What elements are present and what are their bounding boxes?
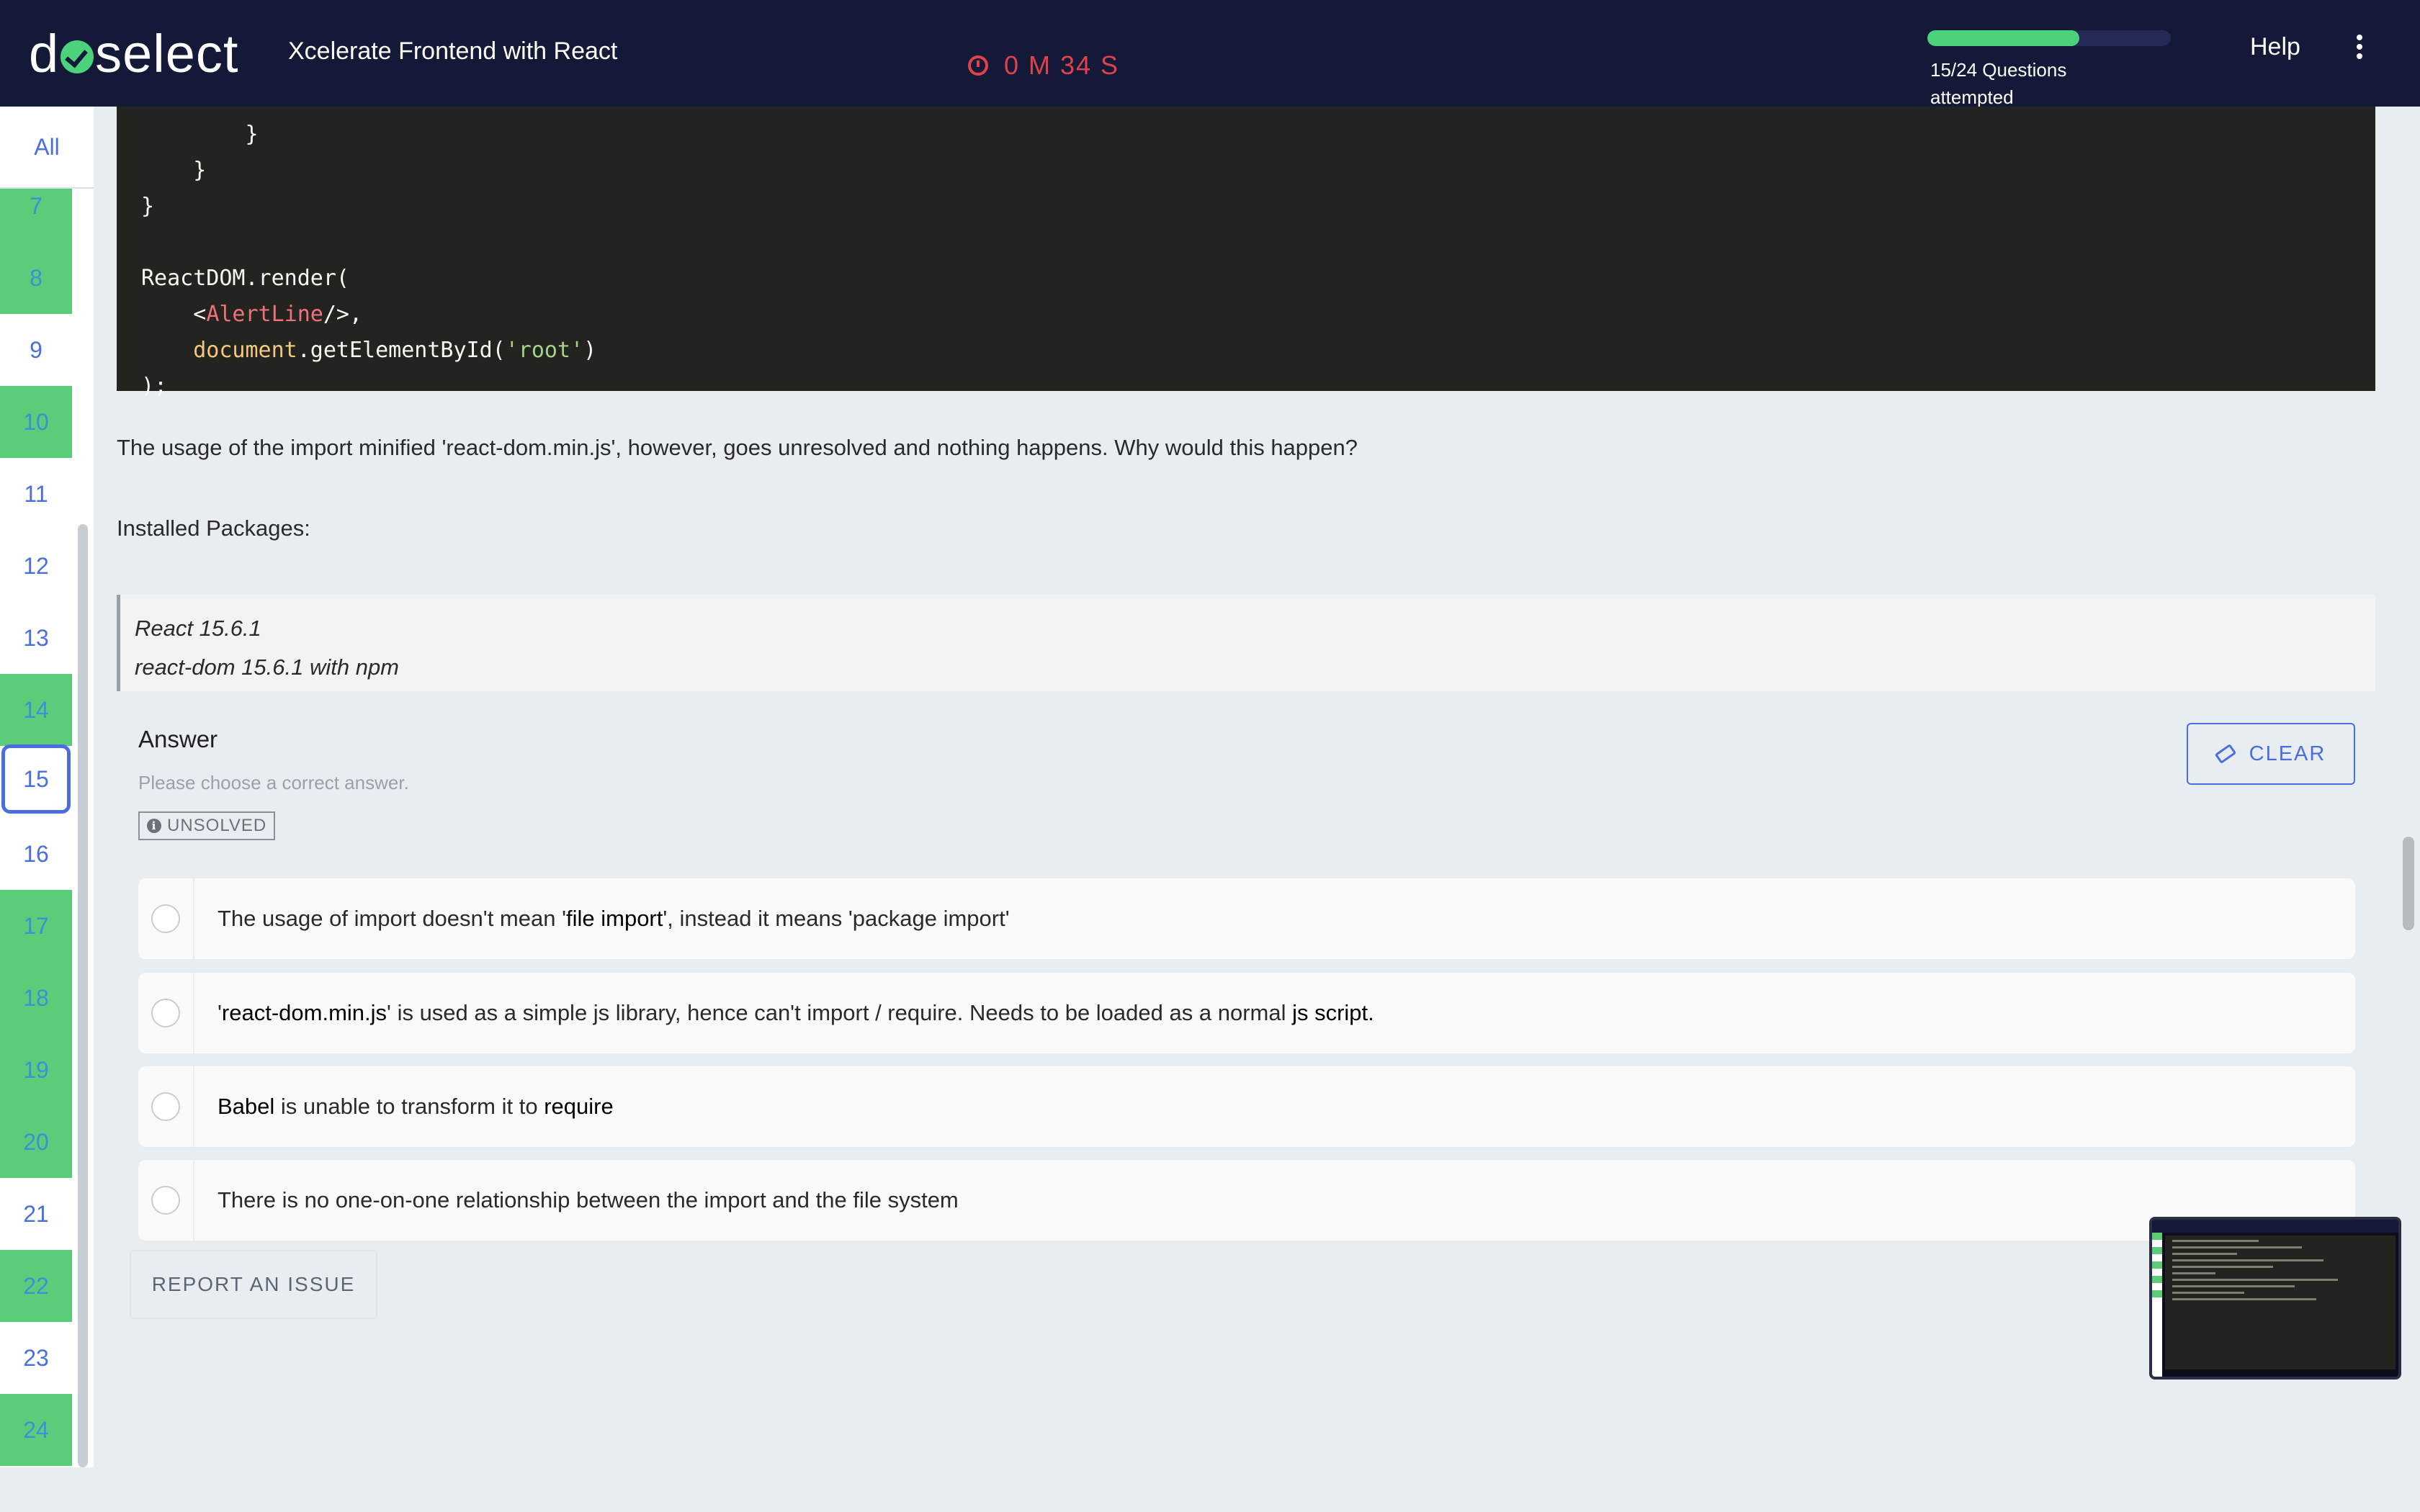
radio-button[interactable] — [151, 1186, 180, 1215]
question-nav-item-23[interactable]: 23 — [0, 1322, 72, 1394]
clear-button[interactable]: CLEAR — [2187, 723, 2355, 785]
installed-packages-label: Installed Packages: — [117, 516, 310, 541]
page-scrollbar[interactable] — [2403, 837, 2414, 930]
question-nav-item-8[interactable]: 8 — [0, 242, 72, 314]
package-item: react-dom 15.6.1 with npm — [135, 654, 400, 680]
question-nav-item-7[interactable]: 7 — [0, 189, 72, 242]
question-nav-item-13[interactable]: 13 — [0, 602, 72, 674]
clock-icon — [968, 55, 988, 76]
timer-text: 0 M 34 S — [1004, 50, 1120, 80]
option-radio-cell[interactable] — [138, 1066, 194, 1147]
radio-button[interactable] — [151, 999, 180, 1027]
radio-button[interactable] — [151, 1092, 180, 1121]
answer-option-2[interactable]: 'react-dom.min.js' is used as a simple j… — [138, 973, 2355, 1053]
question-nav-item-22[interactable]: 22 — [0, 1250, 72, 1322]
question-nav-item-14[interactable]: 14 — [0, 674, 72, 746]
timer: 0 M 34 S — [968, 50, 1119, 81]
question-nav-item-11[interactable]: 11 — [0, 458, 72, 530]
top-bar: d select Xcelerate Frontend with React 0 … — [0, 0, 2420, 108]
code-line: } — [141, 122, 259, 147]
question-nav-item-16[interactable]: 16 — [0, 818, 72, 890]
question-nav-item-12[interactable]: 12 — [0, 530, 72, 602]
progress-bar-fill — [1927, 30, 2080, 46]
kebab-menu-icon[interactable] — [2354, 35, 2365, 59]
question-nav-item-24[interactable]: 24 — [0, 1394, 72, 1466]
code-line: <AlertLine/>, — [141, 302, 363, 327]
question-nav-item-20[interactable]: 20 — [0, 1106, 72, 1178]
answer-option-3[interactable]: Babel is unable to transform it to requi… — [138, 1066, 2355, 1147]
clear-button-label: CLEAR — [2249, 742, 2326, 765]
code-line: } — [141, 194, 155, 219]
option-radio-cell[interactable] — [138, 878, 194, 959]
question-nav-item-19[interactable]: 19 — [0, 1034, 72, 1106]
answer-hint: Please choose a correct answer. — [138, 772, 409, 793]
option-radio-cell[interactable] — [138, 1160, 194, 1241]
question-nav-item-15[interactable]: 15 — [1, 744, 71, 814]
installed-packages-block: React 15.6.1 react-dom 15.6.1 with npm — [117, 595, 2375, 691]
question-nav-item-10[interactable]: 10 — [0, 386, 72, 458]
code-line: } — [141, 158, 207, 183]
question-text: The usage of the import minified 'react-… — [117, 435, 1358, 460]
question-nav-item-9[interactable]: 9 — [0, 314, 72, 386]
question-list: 7 8 9 10 11 12 13 14 15 16 17 18 19 20 21 22 23 24 — [0, 189, 72, 1467]
code-line: ReactDOM.render( — [141, 266, 349, 291]
option-text: Babel is unable to transform it to requi… — [218, 1094, 614, 1119]
progress-label: 15/24 Questions attempted — [1930, 59, 2067, 108]
package-item: React 15.6.1 — [135, 616, 261, 641]
question-nav-item-21[interactable]: 21 — [0, 1178, 72, 1250]
help-link[interactable]: Help — [2250, 33, 2300, 61]
doselect-logo: d select — [29, 23, 239, 84]
report-issue-button[interactable]: REPORT AN ISSUE — [130, 1250, 377, 1319]
code-line: document.getElementById('root') — [193, 338, 597, 363]
answer-option-4[interactable]: There is no one-on-one relationship betw… — [138, 1160, 2355, 1241]
progress-bar — [1927, 30, 2171, 46]
logo-check-icon — [60, 40, 94, 73]
option-text: The usage of import doesn't mean 'file i… — [218, 906, 1010, 931]
filter-all-tab[interactable]: All — [0, 107, 94, 189]
status-badge: i UNSOLVED — [138, 811, 276, 840]
question-nav-item-17[interactable]: 17 — [0, 890, 72, 962]
info-icon: i — [147, 819, 161, 833]
answer-title: Answer — [138, 726, 218, 752]
code-snippet: } }} ReactDOM.render( <AlertLine/>, docu… — [117, 107, 2375, 399]
option-text: 'react-dom.min.js' is used as a simple j… — [218, 1000, 1374, 1025]
radio-button[interactable] — [151, 904, 180, 933]
course-title: Xcelerate Frontend with React — [288, 37, 618, 65]
question-nav-item-18[interactable]: 18 — [0, 962, 72, 1034]
status-badge-label: UNSOLVED — [167, 816, 267, 835]
code-line: ); — [141, 374, 168, 399]
eraser-icon — [2214, 743, 2236, 765]
question-sidebar: All 7 8 9 10 11 12 13 14 15 16 17 18 19 20 21 22 23 24 — [0, 107, 94, 1467]
answer-option-1[interactable]: The usage of import doesn't mean 'file i… — [138, 878, 2355, 959]
sidebar-scrollbar[interactable] — [78, 524, 88, 1467]
option-radio-cell[interactable] — [138, 973, 194, 1053]
option-text: There is no one-on-one relationship betw… — [218, 1187, 959, 1212]
screen-preview-thumbnail — [2149, 1217, 2401, 1380]
